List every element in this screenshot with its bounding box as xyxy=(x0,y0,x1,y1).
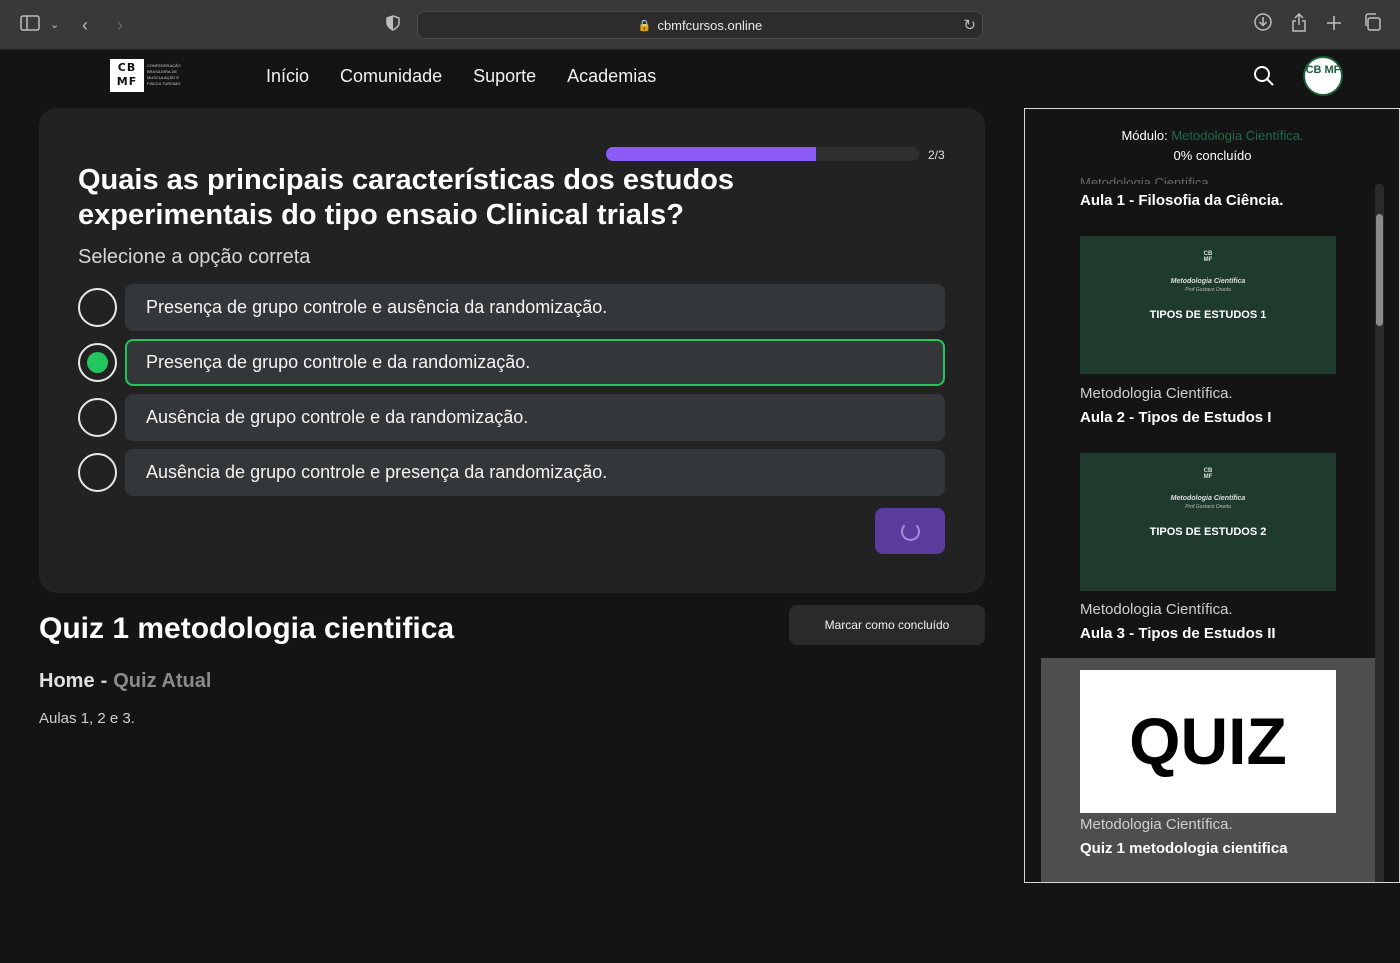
site-header: CB MF CONFEDERAÇÃO BRASILEIRA DE MUSCULA… xyxy=(0,50,1400,107)
tabs-overview-icon[interactable] xyxy=(1363,13,1381,37)
browser-toolbar: ⌄ ‹ › 🔒 cbmfcursos.online ↻ xyxy=(0,0,1400,50)
instruction-text: Selecione a opção correta xyxy=(78,246,311,268)
thumbnail-logo: CB MF xyxy=(1203,468,1213,480)
quiz-progress-label: 2/3 xyxy=(928,148,945,162)
module-progress: 0% concluído xyxy=(1173,148,1252,163)
quiz-progress-bar xyxy=(606,147,919,161)
lesson-subtitle: Metodologia Científica. xyxy=(1080,816,1233,833)
forward-icon[interactable]: › xyxy=(117,13,123,37)
downloads-icon[interactable] xyxy=(1254,13,1272,37)
quiz-progress-fill xyxy=(606,147,816,161)
question-text: Quais as principais características dos … xyxy=(78,164,735,231)
lesson-title[interactable]: Aula 2 - Tipos de Estudos I xyxy=(1080,409,1271,426)
new-tab-icon[interactable] xyxy=(1326,13,1342,37)
answer-option-label[interactable]: Ausência de grupo controle e da randomiz… xyxy=(125,394,945,441)
answer-option-selected[interactable]: Presença de grupo controle e da randomiz… xyxy=(78,339,946,386)
lesson-subtitle: Metodologia Científica. xyxy=(1080,601,1233,618)
thumbnail-professor: Prof Gustavo Oneda xyxy=(1185,504,1231,510)
lock-icon: 🔒 xyxy=(637,19,652,32)
module-sidebar: Módulo: Metodologia Científica. 0% concl… xyxy=(1024,108,1400,883)
main-nav: Início Comunidade Suporte Academias xyxy=(266,66,656,87)
thumbnail-label: TIPOS DE ESTUDOS 1 xyxy=(1149,309,1267,321)
radio-button[interactable] xyxy=(78,453,117,492)
module-header: Módulo: Metodologia Científica. 0% concl… xyxy=(1025,126,1399,166)
lesson-title[interactable]: Quiz 1 metodologia cientifica xyxy=(1080,840,1288,857)
thumbnail-logo: CB MF xyxy=(1203,251,1213,263)
sidebar-scrollbar[interactable] xyxy=(1375,184,1384,882)
page-title: Quiz 1 metodologia cientifica xyxy=(39,612,455,645)
answer-option-label[interactable]: Presença de grupo controle e da randomiz… xyxy=(125,339,945,386)
quiz-description: Aulas 1, 2 e 3. xyxy=(39,710,135,727)
chevron-down-icon[interactable]: ⌄ xyxy=(50,13,59,37)
nav-link-academias[interactable]: Academias xyxy=(567,66,656,87)
logo-caption: CONFEDERAÇÃO BRASILEIRA DE MUSCULAÇÃO E … xyxy=(147,63,181,86)
avatar[interactable]: CB MF xyxy=(1303,56,1343,96)
back-icon[interactable]: ‹ xyxy=(82,13,88,37)
nav-link-inicio[interactable]: Início xyxy=(266,66,309,87)
radio-button[interactable] xyxy=(78,288,117,327)
thumbnail-course: Metodologia Científica xyxy=(1170,495,1246,502)
answer-option[interactable]: Ausência de grupo controle e presença da… xyxy=(78,449,946,496)
search-icon[interactable] xyxy=(1253,65,1275,87)
nav-link-suporte[interactable]: Suporte xyxy=(473,66,536,87)
thumbnail-professor: Prof Gustavo Oneda xyxy=(1185,287,1231,293)
lesson-subtitle: Metodologia Científica. xyxy=(1080,176,1213,184)
lesson-thumbnail[interactable]: CB MF Metodologia Científica Prof Gustavo… xyxy=(1080,236,1336,374)
sidebar-toggle-icon[interactable] xyxy=(20,13,40,37)
module-label: Módulo: xyxy=(1121,128,1168,143)
reload-icon[interactable]: ↻ xyxy=(963,16,976,34)
site-logo[interactable]: CB MF xyxy=(110,59,144,92)
thumbnail-label: TIPOS DE ESTUDOS 2 xyxy=(1149,526,1267,538)
thumbnail-course: Metodologia Científica xyxy=(1170,278,1246,285)
lesson-title[interactable]: Aula 3 - Tipos de Estudos II xyxy=(1080,625,1276,642)
loading-spinner-icon xyxy=(901,522,920,541)
mark-complete-button[interactable]: Marcar como concluído xyxy=(789,605,985,645)
module-name: Metodologia Científica. xyxy=(1171,128,1304,143)
radio-button-selected[interactable] xyxy=(78,343,117,382)
scrollbar-thumb[interactable] xyxy=(1376,214,1383,326)
lesson-thumbnail[interactable]: CB MF Metodologia Científica Prof Gustavo… xyxy=(1080,453,1336,591)
address-bar[interactable]: 🔒 cbmfcursos.online ↻ xyxy=(417,11,983,39)
submit-answer-button[interactable] xyxy=(875,508,945,554)
logo-mark: CB MF xyxy=(116,61,138,88)
breadcrumb-home[interactable]: Home xyxy=(39,670,95,692)
quiz-thumbnail[interactable]: QUIZ xyxy=(1080,670,1336,813)
lesson-subtitle: Metodologia Científica. xyxy=(1080,385,1233,402)
breadcrumb-separator: - xyxy=(100,670,108,692)
lesson-title[interactable]: Aula 1 - Filosofia da Ciência. xyxy=(1080,192,1283,209)
quiz-card: 2/3 Quais as principais características … xyxy=(39,108,985,593)
answer-option[interactable]: Presença de grupo controle e ausência da… xyxy=(78,284,946,331)
share-icon[interactable] xyxy=(1291,12,1307,38)
privacy-shield-icon[interactable] xyxy=(386,13,400,37)
breadcrumb-current: Quiz Atual xyxy=(113,670,212,692)
answer-option-label[interactable]: Presença de grupo controle e ausência da… xyxy=(125,284,945,331)
answer-option[interactable]: Ausência de grupo controle e da randomiz… xyxy=(78,394,946,441)
breadcrumb: Home - Quiz Atual xyxy=(39,670,211,693)
radio-button[interactable] xyxy=(78,398,117,437)
url-text: cbmfcursos.online xyxy=(657,17,763,33)
answer-option-label[interactable]: Ausência de grupo controle e presença da… xyxy=(125,449,945,496)
nav-link-comunidade[interactable]: Comunidade xyxy=(340,66,442,87)
